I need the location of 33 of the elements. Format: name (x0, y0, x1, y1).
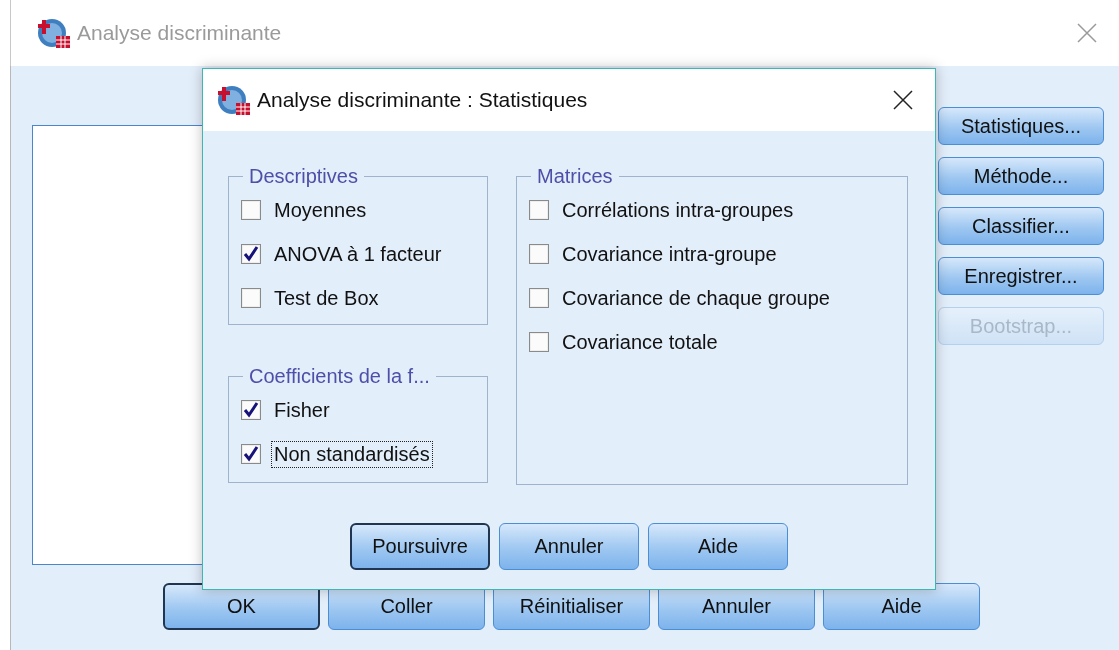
close-icon[interactable] (893, 90, 913, 110)
window-title: Analyse discriminante (77, 21, 282, 45)
group-title: Coefficients de la f... (248, 365, 431, 388)
checkbox[interactable] (241, 244, 261, 264)
app-icon (37, 17, 71, 49)
app-icon (217, 84, 251, 116)
checkbox[interactable] (241, 400, 261, 420)
dialog-button[interactable]: Aide (648, 523, 788, 570)
checkbox-label: Corrélations intra-groupes (561, 197, 795, 223)
checkbox-label: Covariance intra-groupe (561, 241, 778, 267)
checkbox-label: Fisher (273, 397, 331, 423)
dialog-title: Analyse discriminante : Statistiques (257, 88, 588, 112)
dialog-button[interactable]: Poursuivre (350, 523, 490, 570)
group-title: Descriptives (248, 165, 359, 188)
side-button[interactable]: Méthode... (938, 157, 1104, 195)
checkbox-label: Covariance totale (561, 329, 719, 355)
checkbox[interactable] (529, 200, 549, 220)
side-button[interactable]: Statistiques... (938, 107, 1104, 145)
checkbox-label: Moyennes (273, 197, 368, 223)
group-title: Matrices (536, 165, 614, 188)
checkbox[interactable] (241, 288, 261, 308)
side-button[interactable]: Enregistrer... (938, 257, 1104, 295)
checkbox-label: Test de Box (273, 285, 380, 311)
checkbox-label: Non standardisés (271, 440, 433, 468)
checkbox-label: Covariance de chaque groupe (561, 285, 831, 311)
checkbox[interactable] (529, 332, 549, 352)
side-button[interactable]: Classifier... (938, 207, 1104, 245)
checkbox[interactable] (241, 200, 261, 220)
dialog-button[interactable]: Annuler (499, 523, 639, 570)
checkbox[interactable] (529, 244, 549, 264)
checkbox-label: ANOVA à 1 facteur (273, 241, 443, 267)
checkbox[interactable] (241, 444, 261, 464)
checkbox[interactable] (529, 288, 549, 308)
